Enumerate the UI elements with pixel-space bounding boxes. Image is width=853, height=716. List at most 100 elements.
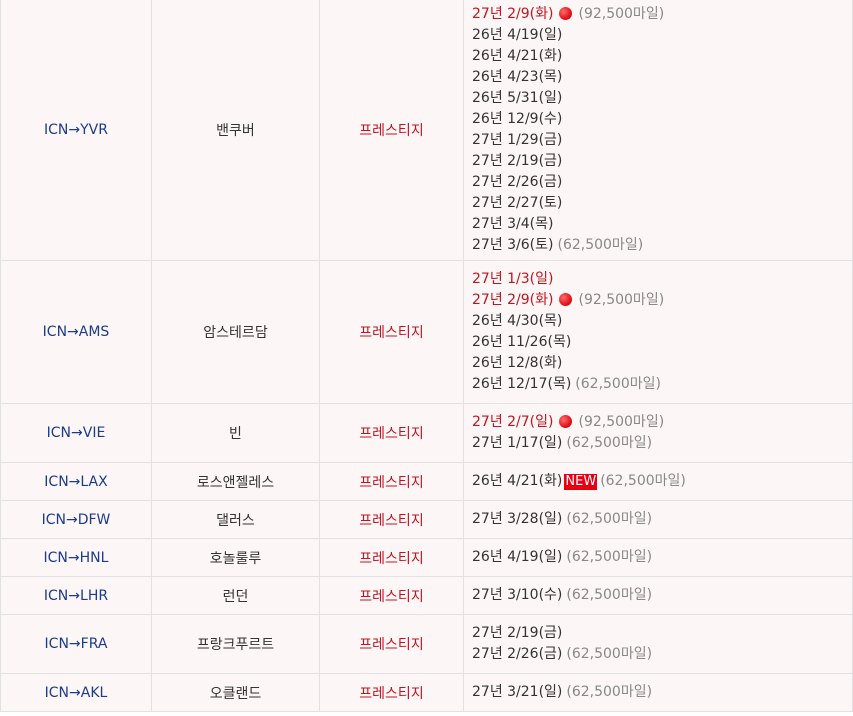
table-body: ICN→YVR 밴쿠버 프레스티지 27년 2/9(화) (92,500마일) 26년 4…: [0, 0, 853, 712]
miles-text: (62,500마일): [575, 376, 661, 392]
date-text: 27년 3/21(일): [472, 684, 563, 700]
date-line: 26년 4/21(화): [472, 46, 852, 67]
class-cell: 프레스티지: [319, 538, 464, 577]
date-line: 26년 5/31(일): [472, 88, 852, 109]
city-cell: 빈: [151, 403, 320, 463]
class-cell: 프레스티지: [319, 576, 464, 615]
date-line: 27년 3/6(토) (62,500마일): [472, 235, 852, 256]
class-cell: 프레스티지: [319, 462, 464, 501]
date-line: 27년 2/9(화) (92,500마일): [472, 4, 852, 25]
date-line: 27년 3/21(일) (62,500마일): [472, 682, 852, 703]
city-cell: 밴쿠버: [151, 0, 320, 261]
date-text: 26년 4/21(화): [472, 47, 563, 64]
dates-cell: 26년 4/21(화) NEW (62,500마일): [463, 462, 853, 501]
date-text: 27년 2/7(일): [472, 414, 554, 430]
date-text: 27년 2/27(토): [472, 194, 563, 211]
date-line: 26년 4/19(일): [472, 25, 852, 46]
date-text: 26년 4/19(일): [472, 26, 563, 43]
date-text: 26년 12/9(수): [472, 110, 563, 127]
date-line: 27년 2/19(금): [472, 151, 852, 172]
route-cell: ICN→LHR: [0, 576, 152, 615]
date-text: 27년 3/4(목): [472, 215, 554, 232]
date-line: 27년 2/19(금): [472, 623, 852, 644]
class-cell: 프레스티지: [319, 500, 464, 539]
red-dot-icon: [559, 415, 573, 428]
class-cell: 프레스티지: [319, 403, 464, 463]
date-line: 27년 3/28(일) (62,500마일): [472, 509, 852, 530]
route-cell: ICN→LAX: [0, 462, 152, 501]
dates-cell: 27년 3/10(수) (62,500마일): [463, 576, 853, 615]
date-text: 27년 2/9(화): [472, 5, 554, 22]
date-text: 26년 11/26(목): [472, 334, 572, 350]
class-cell: 프레스티지: [319, 673, 464, 712]
miles-text: (62,500마일): [566, 511, 653, 527]
city-cell: 오클랜드: [151, 673, 320, 712]
miles-text: (62,500마일): [566, 587, 653, 603]
route-cell: ICN→VIE: [0, 403, 152, 463]
dates-cell: 27년 2/9(화) (92,500마일) 26년 4/19(일) 26년 4/21(…: [463, 0, 853, 261]
route-cell: ICN→DFW: [0, 500, 152, 539]
dates-cell: 27년 2/7(일) (92,500마일) 27년 1/17(일) (62,500마일…: [463, 403, 853, 463]
date-text: 27년 3/10(수): [472, 587, 563, 603]
date-text: 27년 2/26(금): [472, 646, 563, 662]
date-line: 27년 2/7(일) (92,500마일): [472, 412, 852, 433]
red-dot-icon: [559, 293, 573, 306]
miles-text: (92,500마일): [578, 414, 665, 430]
date-text: 27년 1/29(금): [472, 131, 563, 148]
table-row: ICN→HNL 호놀룰루 프레스티지 26년 4/19(일) (62,500마일): [0, 538, 853, 577]
route-cell: ICN→YVR: [0, 0, 152, 261]
date-line: 26년 4/21(화) NEW (62,500마일): [472, 471, 852, 492]
date-text: 26년 4/19(일): [472, 549, 563, 565]
date-text: 26년 4/30(목): [472, 313, 563, 329]
date-text: 27년 1/17(일): [472, 435, 563, 451]
miles-text: (92,500마일): [578, 292, 665, 308]
miles-text: (62,500마일): [566, 684, 653, 700]
award-seat-table-wrapper: ICN→YVR 밴쿠버 프레스티지 27년 2/9(화) (92,500마일) 26년 4…: [0, 0, 853, 712]
date-text: 27년 3/28(일): [472, 511, 563, 527]
dates-cell: 26년 4/19(일) (62,500마일): [463, 538, 853, 577]
date-line: 27년 2/26(금) (62,500마일): [472, 644, 852, 665]
date-text: 27년 2/26(금): [472, 173, 563, 190]
date-text: 26년 4/23(목): [472, 68, 563, 85]
city-cell: 런던: [151, 576, 320, 615]
date-text: 26년 5/31(일): [472, 89, 563, 106]
class-cell: 프레스티지: [319, 0, 464, 261]
date-line: 27년 1/3(일): [472, 269, 852, 290]
dates-cell: 27년 2/19(금) 27년 2/26(금) (62,500마일): [463, 614, 853, 674]
date-text: 26년 12/8(화): [472, 355, 563, 371]
dates-cell: 27년 3/21(일) (62,500마일): [463, 673, 853, 712]
date-text: 27년 2/19(금): [472, 152, 563, 169]
miles-text: (92,500마일): [578, 5, 665, 22]
date-line: 27년 3/4(목): [472, 214, 852, 235]
route-cell: ICN→AMS: [0, 260, 152, 404]
dates-cell: 27년 3/28(일) (62,500마일): [463, 500, 853, 539]
table-row: ICN→DFW 댈러스 프레스티지 27년 3/28(일) (62,500마일): [0, 500, 853, 539]
date-line: 26년 4/23(목): [472, 67, 852, 88]
table-row: ICN→LAX 로스앤젤레스 프레스티지 26년 4/21(화) NEW (62,500마…: [0, 462, 853, 501]
red-dot-icon: [559, 6, 573, 20]
route-cell: ICN→FRA: [0, 614, 152, 674]
city-cell: 댈러스: [151, 500, 320, 539]
city-cell: 프랑크푸르트: [151, 614, 320, 674]
date-line: 27년 1/17(일) (62,500마일): [472, 433, 852, 454]
class-cell: 프레스티지: [319, 260, 464, 404]
table-row: ICN→YVR 밴쿠버 프레스티지 27년 2/9(화) (92,500마일) 26년 4…: [0, 0, 853, 261]
date-line: 27년 1/29(금): [472, 130, 852, 151]
date-text: 27년 1/3(일): [472, 271, 554, 287]
date-line: 27년 2/26(금): [472, 172, 852, 193]
date-line: 26년 12/8(화): [472, 353, 852, 374]
date-line: 27년 2/9(화) (92,500마일): [472, 290, 852, 311]
date-line: 26년 12/17(목) (62,500마일): [472, 374, 852, 395]
miles-text: (62,500마일): [557, 236, 644, 253]
table-row: ICN→VIE 빈 프레스티지 27년 2/7(일) (92,500마일) 27년 1/1…: [0, 403, 853, 463]
award-seat-table: ICN→YVR 밴쿠버 프레스티지 27년 2/9(화) (92,500마일) 26년 4…: [0, 0, 853, 712]
date-line: 26년 4/19(일) (62,500마일): [472, 547, 852, 568]
date-line: 27년 3/10(수) (62,500마일): [472, 585, 852, 606]
date-line: 27년 2/27(토): [472, 193, 852, 214]
city-cell: 호놀룰루: [151, 538, 320, 577]
date-text: 27년 3/6(토): [472, 236, 554, 253]
new-badge: NEW: [564, 474, 598, 490]
route-cell: ICN→HNL: [0, 538, 152, 577]
class-cell: 프레스티지: [319, 614, 464, 674]
date-line: 26년 11/26(목): [472, 332, 852, 353]
